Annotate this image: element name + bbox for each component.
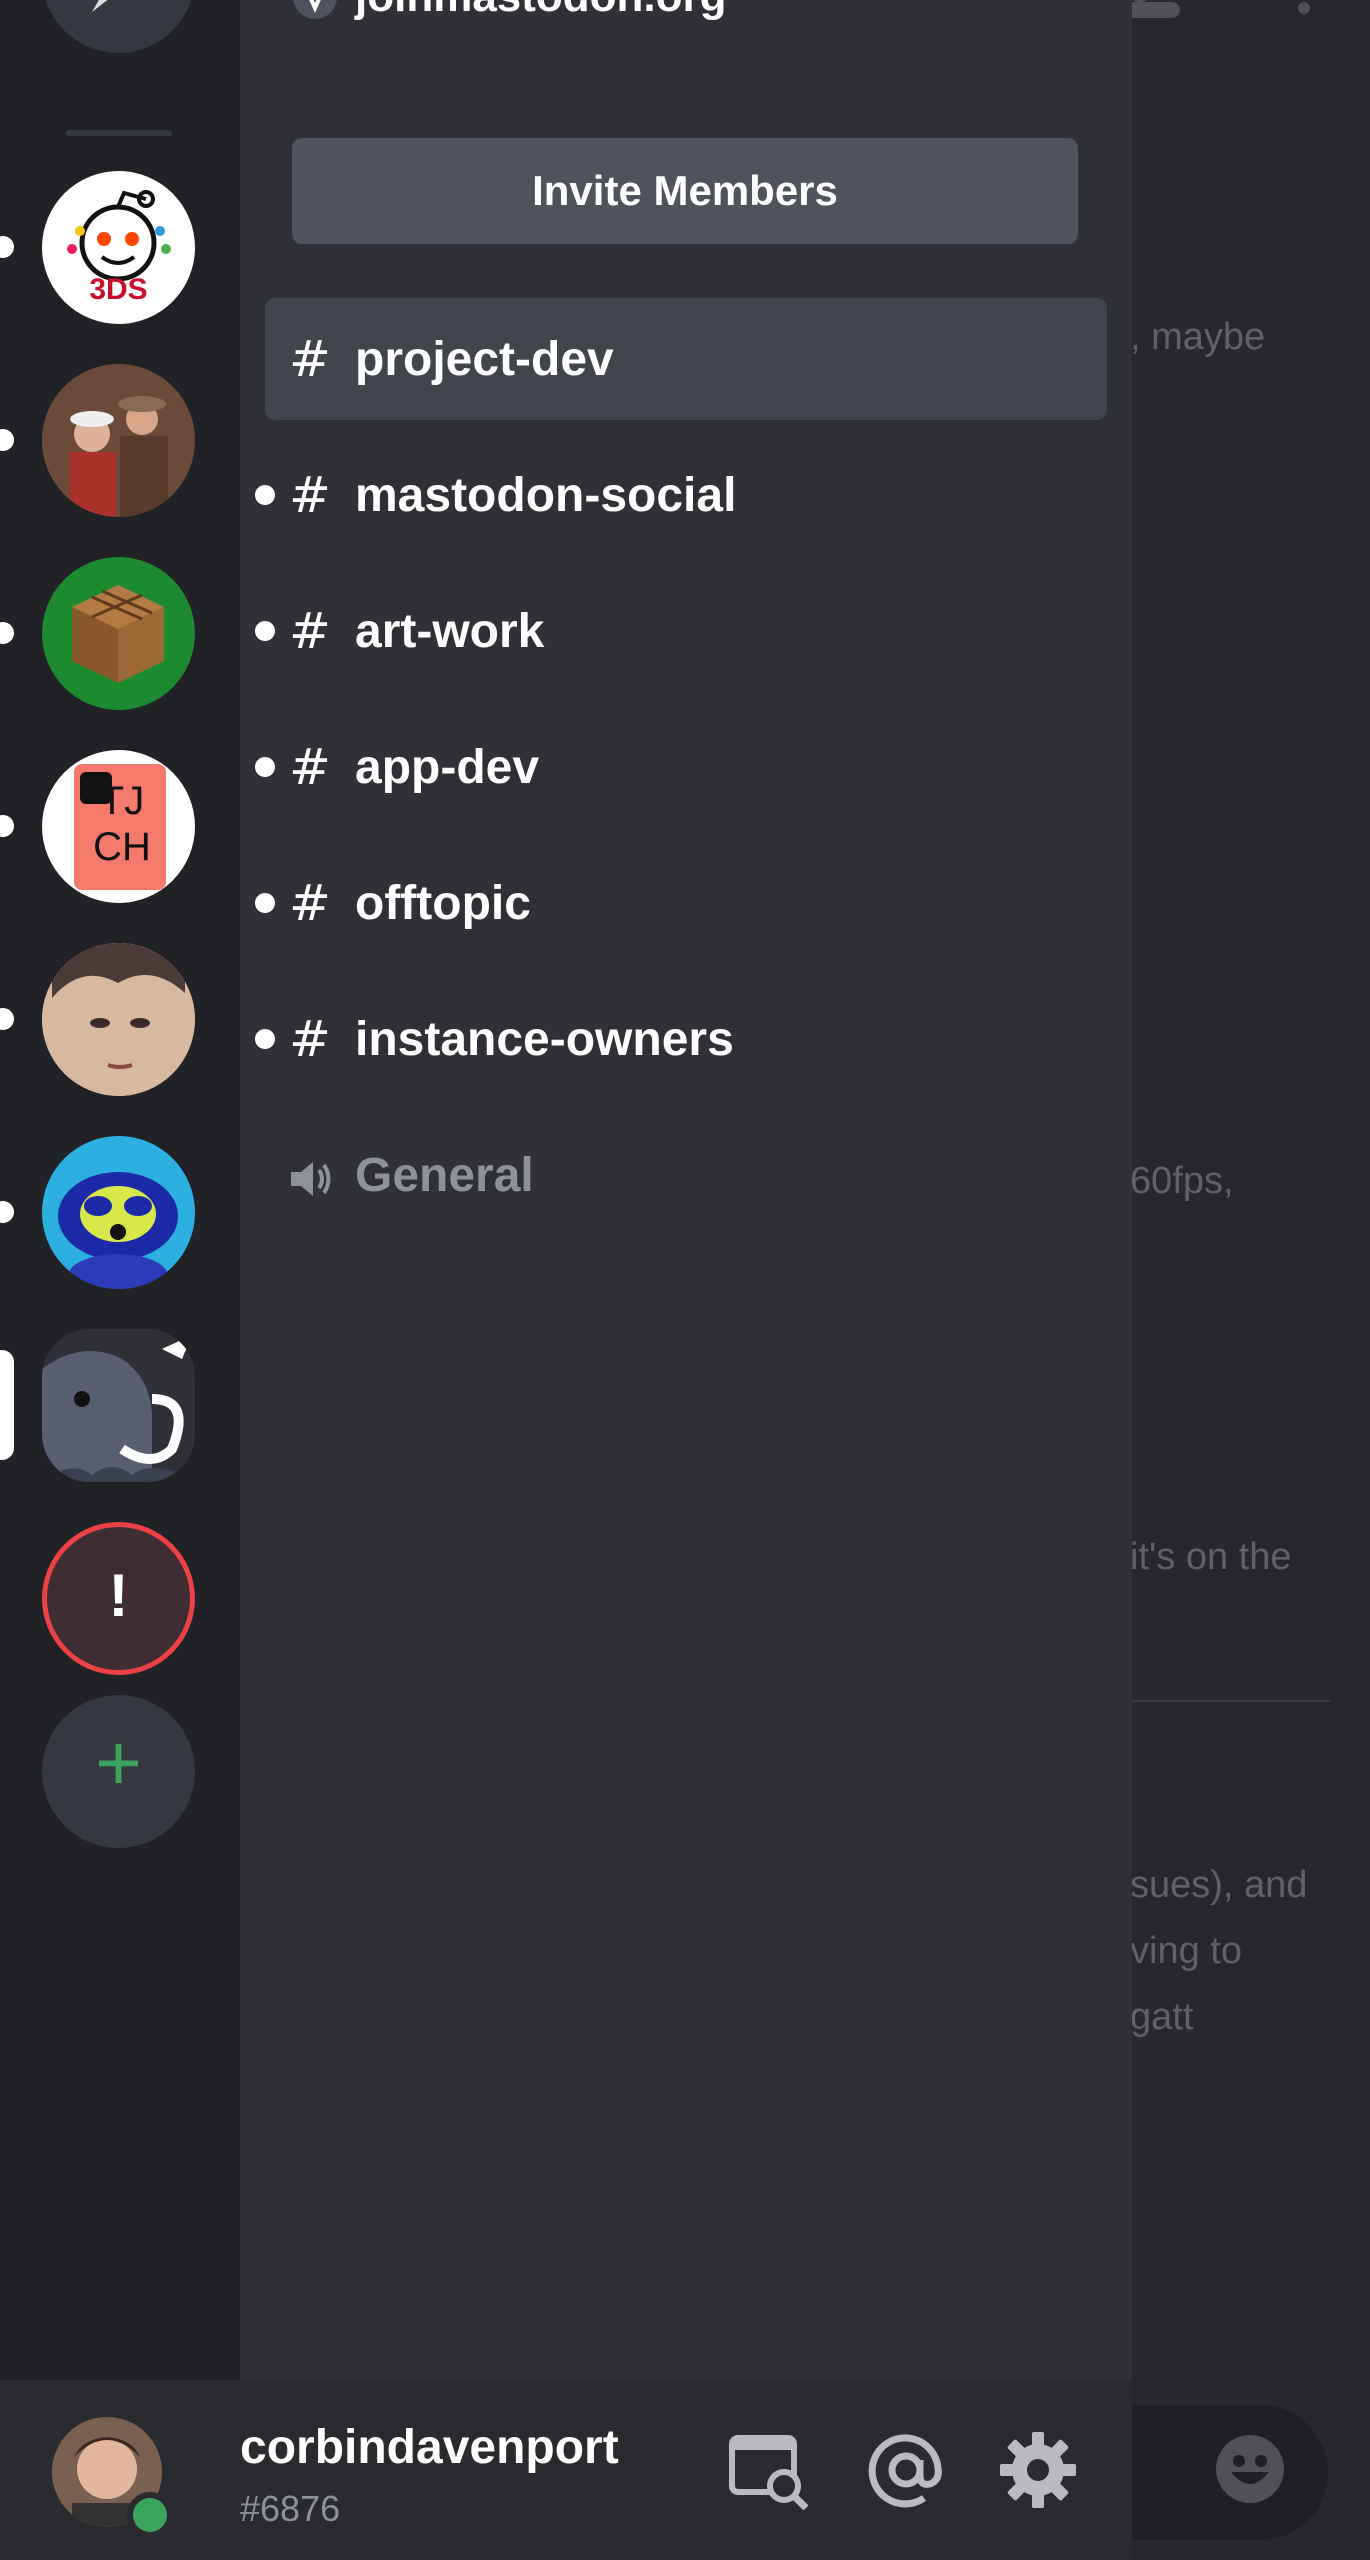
settings-gear-icon[interactable] [998, 2430, 1078, 2510]
hashtag-icon: # [289, 874, 331, 932]
mastodon-icon [42, 1329, 195, 1482]
server-icon-text: TJ CH [93, 779, 151, 869]
unread-indicator [0, 1201, 14, 1223]
voice-channel-general[interactable]: General [265, 1114, 1107, 1236]
invite-members-button[interactable]: Invite Members [292, 138, 1078, 244]
add-server-button[interactable]: + [42, 1695, 195, 1848]
channel-name: mastodon-social [355, 468, 737, 522]
chat-fragment: sues), and [1130, 1864, 1308, 1906]
unread-indicator [255, 621, 275, 641]
channel-name: project-dev [355, 332, 614, 386]
plus-icon: + [95, 1718, 142, 1807]
channel-name: art-work [355, 604, 545, 658]
server-icon-face[interactable] [42, 943, 195, 1096]
unread-indicator [255, 893, 275, 913]
chat-fragment: 60fps, [1130, 1160, 1234, 1202]
direct-messages-button[interactable] [42, 0, 195, 53]
mentions-icon[interactable] [866, 2430, 946, 2510]
couple-photo-icon [42, 364, 195, 517]
emoji-icon[interactable] [1215, 2434, 1285, 2504]
chat-background: , maybe 60fps, it's on the sues), and vi… [1130, 0, 1370, 2560]
server-rail: 3DS TJ CH ! + [0, 0, 240, 2380]
channel-mastodon-social[interactable]: # mastodon-social [255, 434, 1107, 556]
alert-icon: ! [108, 1562, 129, 1629]
server-menu-icon[interactable] [1028, 0, 1048, 34]
face-photo-icon [42, 943, 195, 1096]
channel-panel: joinmastodon.org Invite Members # projec… [240, 0, 1132, 2380]
unread-indicator [0, 236, 14, 258]
chat-fragment: it's on the [1130, 1536, 1292, 1578]
more-icon[interactable] [1297, 0, 1311, 33]
username: corbindavenport [240, 2421, 619, 2474]
server-icon-mastodon[interactable] [42, 1329, 195, 1482]
channel-project-dev[interactable]: # project-dev [265, 298, 1107, 420]
server-name[interactable]: joinmastodon.org [355, 0, 727, 22]
channel-name: instance-owners [355, 1012, 734, 1066]
user-discriminator: #6876 [240, 2488, 341, 2529]
unread-indicator [255, 757, 275, 777]
members-icon [1130, 0, 1180, 29]
server-icon-3ds[interactable]: 3DS [42, 171, 195, 324]
unread-indicator [0, 622, 14, 644]
unread-indicator [0, 1008, 14, 1030]
server-icon-photo[interactable] [42, 364, 195, 517]
hashtag-icon: # [289, 1010, 331, 1068]
crafting-table-icon [72, 585, 164, 683]
server-icon-text: 3DS [89, 273, 148, 306]
hashtag-icon: # [289, 602, 331, 660]
server-alert-button[interactable]: ! [42, 1522, 195, 1675]
unread-indicator [0, 429, 14, 451]
search-icon[interactable] [728, 2430, 809, 2511]
active-server-indicator [0, 1350, 14, 1460]
hashtag-icon: # [289, 466, 331, 524]
hashtag-icon: # [289, 738, 331, 796]
unread-indicator [0, 815, 14, 837]
server-icon-raccoon[interactable] [42, 1136, 195, 1289]
channel-app-dev[interactable]: # app-dev [255, 706, 1107, 828]
chat-divider [1130, 1700, 1330, 1702]
chat-fragment: gatt [1130, 1996, 1194, 2038]
server-icon-crafting[interactable] [42, 557, 195, 710]
channel-name: General [355, 1148, 534, 1202]
channel-name: app-dev [355, 740, 540, 794]
hashtag-icon: # [289, 330, 331, 388]
unread-indicator [255, 1029, 275, 1049]
channel-offtopic[interactable]: # offtopic [255, 842, 1107, 964]
raccoon-icon [42, 1136, 195, 1289]
chat-fragment: ving to [1130, 1930, 1242, 1972]
channel-instance-owners[interactable]: # instance-owners [255, 978, 1107, 1100]
server-icon-tjch[interactable]: TJ CH [42, 750, 195, 903]
online-status-indicator [127, 2492, 173, 2538]
server-shield-icon [292, 0, 338, 24]
channel-name: offtopic [355, 876, 531, 930]
unread-indicator [255, 485, 275, 505]
rail-separator [66, 130, 172, 136]
speaker-icon [265, 1146, 355, 1204]
user-bar: corbindavenport #6876 [0, 2380, 1132, 2560]
channel-art-work[interactable]: # art-work [255, 570, 1107, 692]
chat-fragment: , maybe [1130, 316, 1266, 358]
